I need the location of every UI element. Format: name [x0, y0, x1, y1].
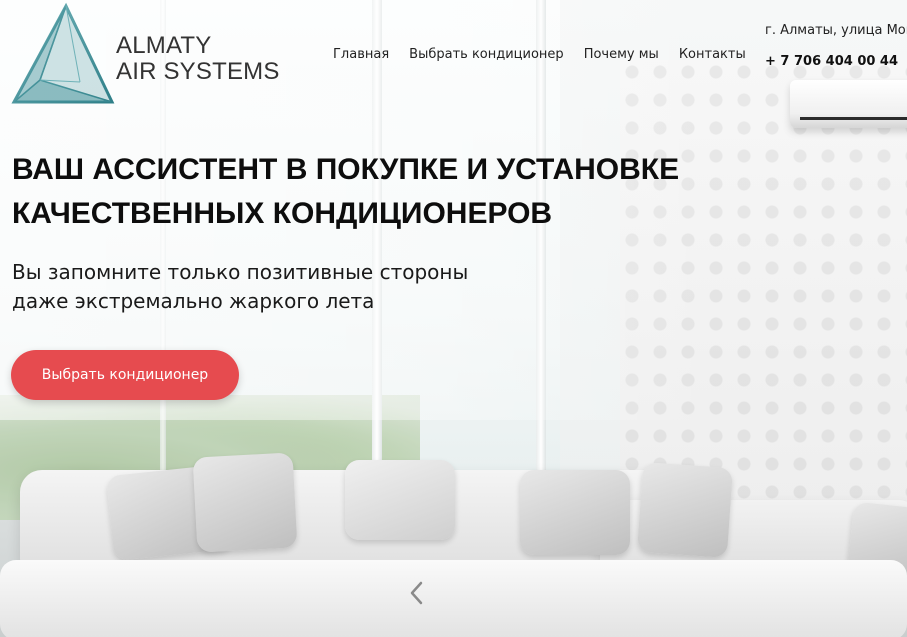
brand-name-line2: AIR SYSTEMS [116, 58, 280, 85]
pillow [636, 461, 734, 559]
nav-item-contacts[interactable]: Контакты [679, 47, 746, 62]
nav-item-why-us[interactable]: Почему мы [584, 47, 659, 62]
air-conditioner-unit [790, 80, 907, 128]
pillow [345, 460, 455, 540]
hero-subtitle-line: даже экстремально жаркого лета [12, 289, 375, 313]
nav-item-choose-ac[interactable]: Выбрать кондиционер [409, 47, 564, 62]
hero-title-line: КАЧЕСТВЕННЫХ КОНДИЦИОНЕРОВ [12, 197, 553, 230]
pillow [520, 470, 630, 555]
choose-ac-button[interactable]: Выбрать кондиционер [11, 350, 239, 400]
hero-title: ВАШ АССИСТЕНТ В ПОКУПКЕ И УСТАНОВКЕ КАЧЕ… [12, 148, 692, 236]
address-text: г. Алматы, улица Монго [765, 23, 907, 38]
triangle-logo-icon [11, 2, 115, 104]
pillow [192, 452, 298, 553]
hero-subtitle-line: Вы запомните только позитивные стороны [12, 260, 469, 284]
brand-name-line1: ALMATY [116, 32, 212, 59]
hero-subtitle: Вы запомните только позитивные стороны д… [12, 258, 468, 316]
sofa-seat [0, 560, 907, 637]
slider-prev-button[interactable] [406, 580, 428, 606]
phone-link[interactable]: + 7 706 404 00 44 [765, 54, 898, 69]
nav-item-home[interactable]: Главная [333, 47, 389, 62]
site-logo[interactable]: ALMATY AIR SYSTEMS [10, 2, 279, 106]
chevron-left-icon [410, 581, 423, 605]
hero-title-line: ВАШ АССИСТЕНТ В ПОКУПКЕ И УСТАНОВКЕ [12, 153, 680, 186]
main-nav: Главная Выбрать кондиционер Почему мы Ко… [333, 47, 746, 62]
